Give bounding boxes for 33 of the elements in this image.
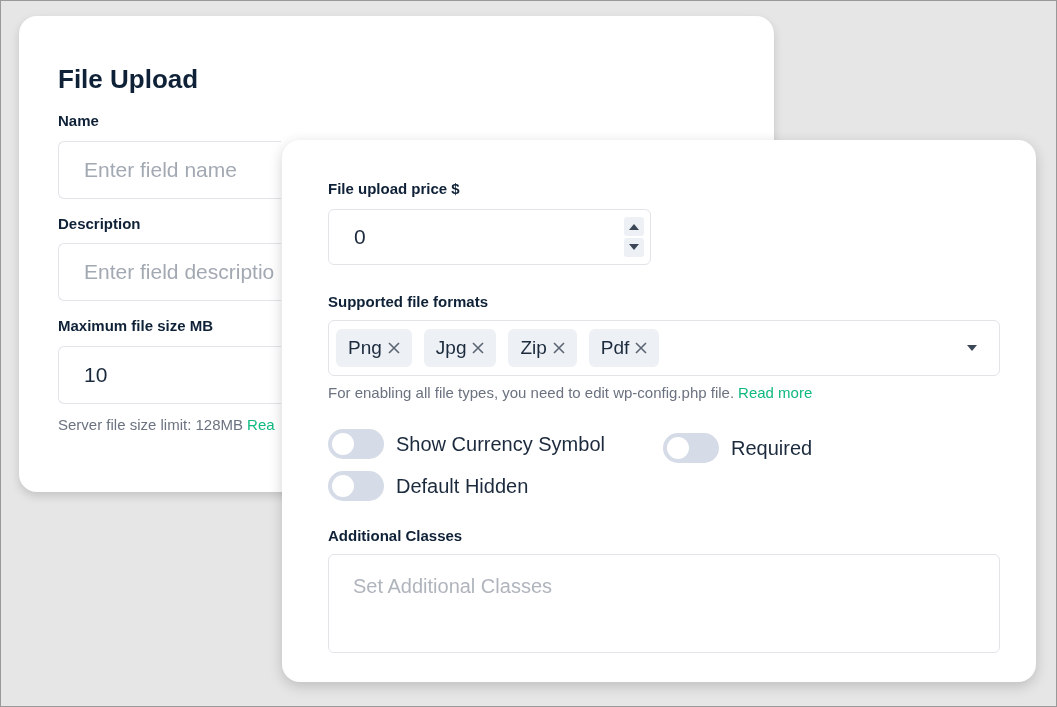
number-field[interactable]: 0 (328, 208, 651, 265)
toggle-label: Show Currency Symbol (396, 431, 605, 457)
toggle-switch[interactable] (328, 428, 384, 459)
classes-field[interactable]: Set Additional Classes (328, 554, 1000, 653)
helper-text: Server file size limit: 128MB (58, 414, 244, 435)
helper-text: For enabling all file types, you need to edit wp-config.php file. (328, 383, 735, 403)
field-label: Additional Classes (328, 525, 463, 546)
toggle-label: Required (730, 435, 813, 461)
field-label: Supported file formats (328, 291, 488, 312)
decrement-icon[interactable] (624, 237, 644, 257)
toggle-switch[interactable] (662, 432, 719, 463)
input-field[interactable]: Enter field name (58, 140, 281, 199)
toggle-label: Default Hidden (396, 473, 529, 499)
dropdown-caret-icon[interactable] (967, 345, 977, 351)
field-label: File upload price $ (328, 179, 460, 199)
field-label: Maximum file size MB (58, 316, 214, 336)
format-tag: Png (336, 329, 412, 367)
remove-icon[interactable] (387, 342, 400, 354)
field-label: Name (58, 111, 99, 131)
card-title: File Upload (58, 63, 200, 96)
remove-icon[interactable] (552, 342, 565, 354)
remove-icon[interactable] (635, 342, 648, 354)
field-value: 0 (354, 223, 366, 250)
toggle-switch[interactable] (328, 470, 384, 501)
format-select[interactable]: Png Jpg Zip Pdf (328, 320, 1000, 376)
field-label: Description (58, 213, 141, 234)
increment-icon[interactable] (624, 216, 644, 236)
format-tag: Zip (508, 329, 577, 367)
format-tag: Jpg (423, 329, 497, 367)
format-tag: Pdf (588, 329, 660, 367)
remove-icon[interactable] (472, 342, 485, 354)
input-field[interactable]: Enter field descriptio (58, 243, 281, 301)
input-field[interactable]: 10 (58, 345, 281, 404)
